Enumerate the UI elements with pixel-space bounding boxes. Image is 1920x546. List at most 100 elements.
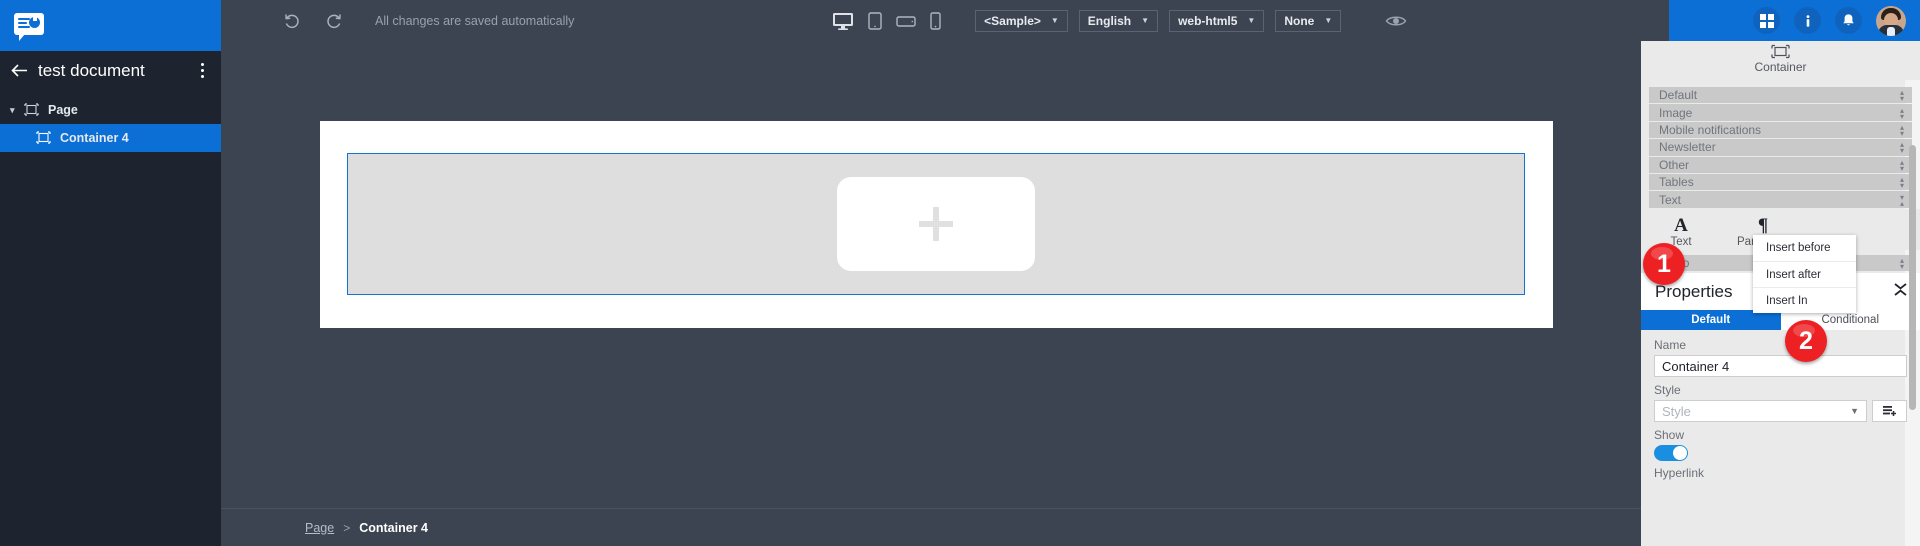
accordion-newsletter[interactable]: Newsletter ▴ ▾ [1649,139,1912,156]
sample-select[interactable]: <Sample> ▼ [975,9,1068,32]
chevron-down-icon: ▼ [1141,16,1150,25]
variant-select-value: None [1284,13,1315,28]
accordion-default[interactable]: Default ▴ ▾ [1649,87,1912,104]
page-sheet [320,121,1553,328]
chevron-updown-icon: ▴ ▾ [1899,88,1904,104]
accordion-label: Default [1659,88,1698,103]
chevron-collapse-icon: ▾ ▴ [1899,192,1904,208]
document-header: test document [0,51,221,90]
style-field-row: Style ▼ [1654,400,1907,423]
menu-item-insert-in[interactable]: Insert In [1753,287,1856,313]
container-node-icon [36,131,53,145]
insert-context-menu: Insert before Insert after Insert In [1753,235,1856,313]
right-panel-scrollbar[interactable] [1909,145,1916,410]
eye-icon[interactable] [1381,6,1411,36]
plus-icon [919,207,953,241]
properties-body: Name Container 4 Style Style ▼ Show Hype… [1641,330,1920,480]
properties-tabs: Default Conditional [1641,310,1920,331]
autosave-status: All changes are saved automatically [375,13,575,28]
editor-canvas: Page > Container 4 [221,41,1641,546]
accordion-tables[interactable]: Tables ▴ ▾ [1649,173,1912,191]
bell-icon[interactable] [1835,7,1862,34]
style-select-placeholder: Style [1662,403,1691,419]
chevron-down-icon: ▼ [1247,16,1256,25]
paragraph-tool-icon: ¶ [1757,214,1769,236]
breadcrumb-link-page[interactable]: Page [305,521,334,535]
tab-conditional-label: Conditional [1821,314,1880,327]
output-select[interactable]: web-html5 ▼ [1169,9,1265,32]
step-badge-1: 1 [1643,243,1685,285]
chevron-down-icon[interactable]: ▾ [10,105,24,116]
undo-icon[interactable] [277,6,307,36]
device-preview-group [832,11,941,30]
accordion-text[interactable]: Text ▾ ▴ [1649,191,1912,208]
accordion-mobile-notifications[interactable]: Mobile notifications ▴ ▾ [1649,121,1912,139]
step-badge-2: 2 [1785,320,1827,362]
chevron-updown-icon: ▴ ▾ [1899,105,1904,121]
chevron-updown-icon: ▴ ▾ [1899,122,1904,138]
redo-icon[interactable] [319,6,349,36]
mobile-icon[interactable] [930,11,941,30]
desktop-icon[interactable] [832,12,854,30]
menu-item-label: Insert before [1766,242,1831,254]
app-root: test document ▾ Page Container 4 All cha… [0,0,1920,546]
language-select[interactable]: English ▼ [1078,9,1159,32]
menu-item-label: Insert after [1766,268,1821,281]
document-title: test document [38,60,145,80]
right-panel-content: Container Default ▴ ▾ Image ▴ ▾ Mobile not… [1641,41,1920,546]
accordion-label: Other [1659,157,1690,172]
container-node-icon [24,103,41,117]
more-vertical-icon[interactable] [193,61,211,81]
text-tool-icon: A [1674,214,1688,236]
grid-apps-icon[interactable] [1753,7,1780,34]
show-toggle[interactable] [1654,445,1688,462]
info-icon[interactable] [1794,7,1821,34]
chevron-updown-icon: ▴ ▾ [1899,175,1904,191]
menu-item-insert-after[interactable]: Insert after [1753,261,1856,287]
page-tree: ▾ Page Container 4 [0,90,221,152]
output-select-value: web-html5 [1178,13,1238,28]
left-sidebar: test document ▾ Page Container 4 [0,0,221,546]
arrow-left-icon[interactable] [8,60,30,82]
name-field-label: Name [1654,338,1687,353]
add-style-icon[interactable] [1872,400,1907,423]
menu-item-insert-before[interactable]: Insert before [1753,235,1856,261]
accordion-label: Tables [1659,175,1694,190]
right-panel: Container Default ▴ ▾ Image ▴ ▾ Mobile not… [1641,41,1920,546]
add-element-button[interactable] [837,177,1035,271]
chevron-updown-icon: ▴ ▾ [1899,157,1904,173]
tablet-landscape-icon[interactable] [896,14,916,28]
name-input[interactable]: Container 4 [1654,355,1907,378]
tree-item-label: Container 4 [60,131,129,145]
chevron-down-icon: ▼ [1850,406,1859,417]
style-select[interactable]: Style ▼ [1654,400,1867,423]
collapse-icon[interactable] [1893,282,1908,301]
user-avatar[interactable] [1876,5,1906,36]
accordion-label: Text [1659,192,1682,207]
hyperlink-field-label: Hyperlink [1654,466,1705,481]
speech-bubble-logo-icon[interactable] [14,12,44,41]
name-input-value: Container 4 [1662,358,1730,374]
tree-item-container-4[interactable]: Container 4 [0,124,221,152]
breadcrumb-current: Container 4 [359,520,428,535]
breadcrumb-separator: > [343,520,351,535]
tab-default-label: Default [1691,314,1731,327]
account-toolbar [1669,0,1920,41]
selected-element-label: Container [1754,60,1807,74]
accordion-other[interactable]: Other ▴ ▾ [1649,156,1912,173]
step-badge-2-number: 2 [1799,326,1813,355]
app-logo-bar [0,0,221,51]
container-4-block[interactable] [347,153,1525,295]
breadcrumb: Page > Container 4 [221,508,1641,546]
tablet-portrait-icon[interactable] [868,11,882,30]
container-node-icon [1641,44,1920,59]
tree-item-page[interactable]: ▾ Page [0,96,221,124]
variant-select[interactable]: None ▼ [1275,9,1342,32]
selected-element-header: Container [1641,41,1920,80]
step-badge-1-number: 1 [1657,249,1671,278]
accordion-label: Mobile notifications [1659,122,1762,137]
sample-select-value: <Sample> [984,13,1041,28]
tab-default[interactable]: Default [1641,310,1781,331]
tree-item-label: Page [48,103,78,117]
accordion-image[interactable]: Image ▴ ▾ [1649,104,1912,121]
